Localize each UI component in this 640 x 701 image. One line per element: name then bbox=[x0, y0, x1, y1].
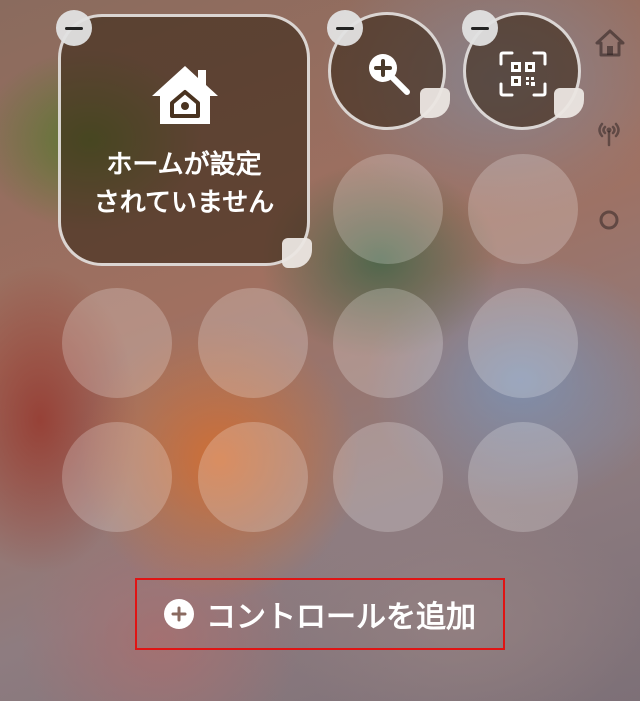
add-control-button[interactable]: コントロールを追加 bbox=[135, 578, 505, 650]
plus-circle-icon bbox=[164, 599, 194, 629]
home-control-tile[interactable] bbox=[58, 14, 310, 266]
empty-slot bbox=[468, 422, 578, 532]
empty-slot bbox=[62, 288, 172, 398]
home-control-label: ホームが設定 されていません bbox=[58, 146, 310, 222]
empty-slot bbox=[333, 422, 443, 532]
empty-slot bbox=[333, 154, 443, 264]
empty-slot bbox=[198, 288, 308, 398]
add-control-label: コントロールを追加 bbox=[206, 600, 476, 635]
qr-scanner-icon bbox=[499, 51, 547, 97]
magnifier-plus-icon bbox=[369, 54, 410, 95]
resize-magnifier-handle[interactable] bbox=[420, 88, 450, 118]
ring-icon[interactable] bbox=[597, 208, 621, 232]
empty-slot bbox=[468, 154, 578, 264]
resize-code-scanner-handle[interactable] bbox=[554, 88, 584, 118]
remove-code-scanner-button[interactable] bbox=[462, 10, 498, 46]
home-label-line1: ホームが設定 bbox=[106, 150, 262, 180]
empty-slot bbox=[333, 288, 443, 398]
remove-home-button[interactable] bbox=[56, 10, 92, 46]
empty-slot bbox=[198, 422, 308, 532]
empty-slot bbox=[62, 422, 172, 532]
home-label-line2: されていません bbox=[93, 188, 275, 218]
house-icon bbox=[152, 66, 218, 124]
remove-magnifier-button[interactable] bbox=[327, 10, 363, 46]
antenna-icon[interactable] bbox=[594, 118, 624, 148]
resize-home-handle[interactable] bbox=[282, 238, 312, 268]
house-icon[interactable] bbox=[594, 28, 626, 58]
empty-slot bbox=[468, 288, 578, 398]
